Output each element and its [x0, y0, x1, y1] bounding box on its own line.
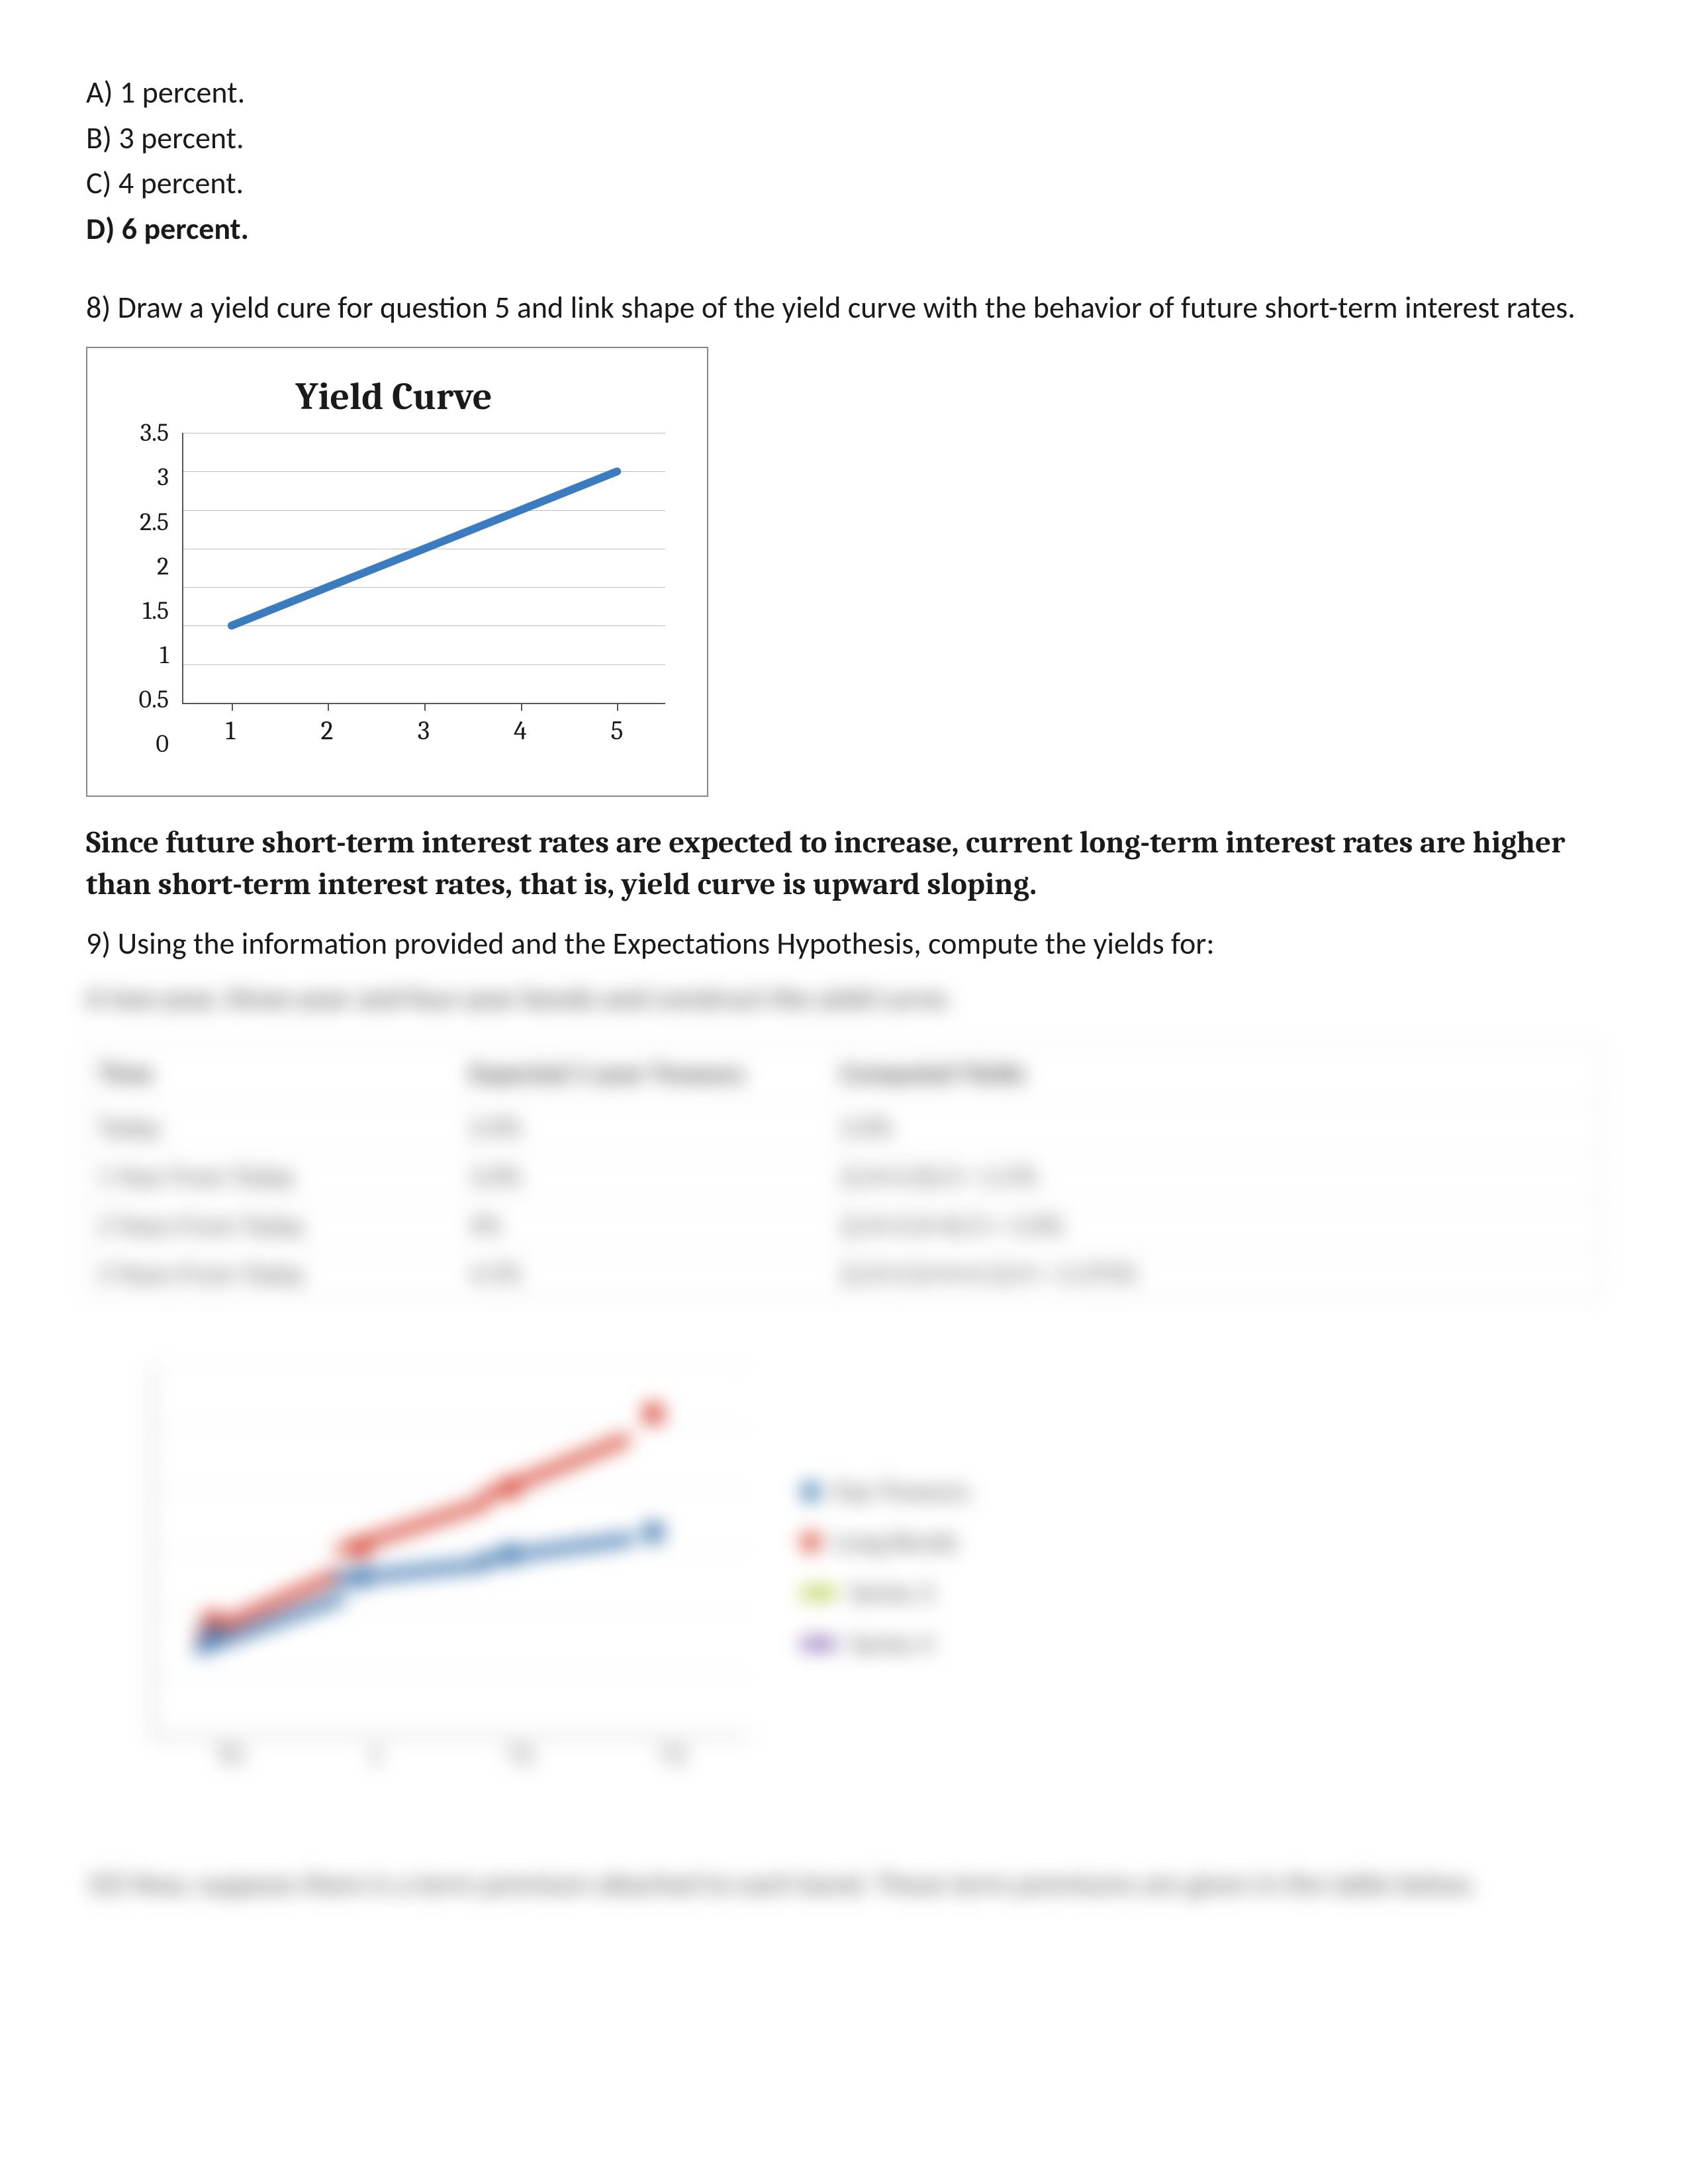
y-tick-1-5: 1.5 — [142, 594, 169, 627]
option-b: B) 3 percent. — [86, 118, 1602, 159]
th-exp: Expected 1-year Treasury — [469, 1056, 840, 1091]
table-row: 3 Years From Today — [99, 1257, 469, 1292]
y-tick-3-5: 3.5 — [140, 416, 169, 449]
y-tick-3: 3 — [157, 461, 169, 494]
x-tick-3: 3 — [418, 713, 430, 749]
preview-q10: 10) Now, suppose there is a term premium… — [86, 1862, 1602, 1905]
x-tick-4: 4 — [514, 713, 527, 749]
option-d-correct: D) 6 percent. — [86, 209, 1602, 250]
x-tick-2: 2 — [321, 713, 334, 749]
y-tick-2: 2 — [157, 550, 169, 583]
table-row: Today — [99, 1111, 469, 1146]
y-tick-2-5: 2.5 — [140, 505, 169, 538]
chart-plot-area: 3.5 3 2.5 2 1.5 1 0.5 0 — [122, 433, 665, 744]
question-9: 9) Using the information provided and th… — [86, 924, 1602, 964]
chart-axes — [182, 433, 665, 704]
series-line-svg — [183, 433, 665, 703]
q9-line2: A two-year, three-year and four-year bon… — [86, 979, 1602, 1017]
th-time: Time — [99, 1056, 469, 1091]
answer-8: Since future short-term interest rates a… — [86, 822, 1602, 906]
locked-preview: A two-year, three-year and four-year bon… — [86, 979, 1602, 1905]
document-page: A) 1 percent. B) 3 percent. C) 4 percent… — [0, 0, 1688, 2184]
y-axis-ticks: 3.5 3 2.5 2 1.5 1 0.5 0 — [122, 433, 175, 744]
x-axis-ticks: 1 2 3 4 5 — [182, 704, 665, 744]
option-a: A) 1 percent. — [86, 73, 1602, 113]
yield-curve-chart: Yield Curve 3.5 3 2.5 2 1.5 1 0.5 0 — [86, 347, 708, 797]
preview-chart: T01T2T3 Exp Treasury Long Bonds Series 3… — [86, 1345, 1079, 1822]
preview-legend: Exp Treasury Long Bonds Series 3 Series … — [801, 1458, 970, 1677]
y-tick-0-5: 0.5 — [138, 683, 169, 716]
th-comp: Computed Yields — [840, 1056, 1589, 1091]
y-tick-1: 1 — [160, 639, 169, 672]
y-tick-0: 0 — [156, 727, 169, 760]
table-row: 2 Years From Today — [99, 1208, 469, 1244]
x-tick-5: 5 — [611, 713, 624, 749]
option-c: C) 4 percent. — [86, 163, 1602, 204]
x-tick-1: 1 — [226, 713, 235, 749]
question-8: 8) Draw a yield cure for question 5 and … — [86, 288, 1602, 328]
chart-title: Yield Curve — [107, 372, 680, 423]
yield-curve-series — [232, 471, 617, 625]
table-row: 1 Year From Today — [99, 1160, 469, 1195]
preview-table: Time Expected 1-year Treasury Computed Y… — [86, 1044, 1602, 1299]
